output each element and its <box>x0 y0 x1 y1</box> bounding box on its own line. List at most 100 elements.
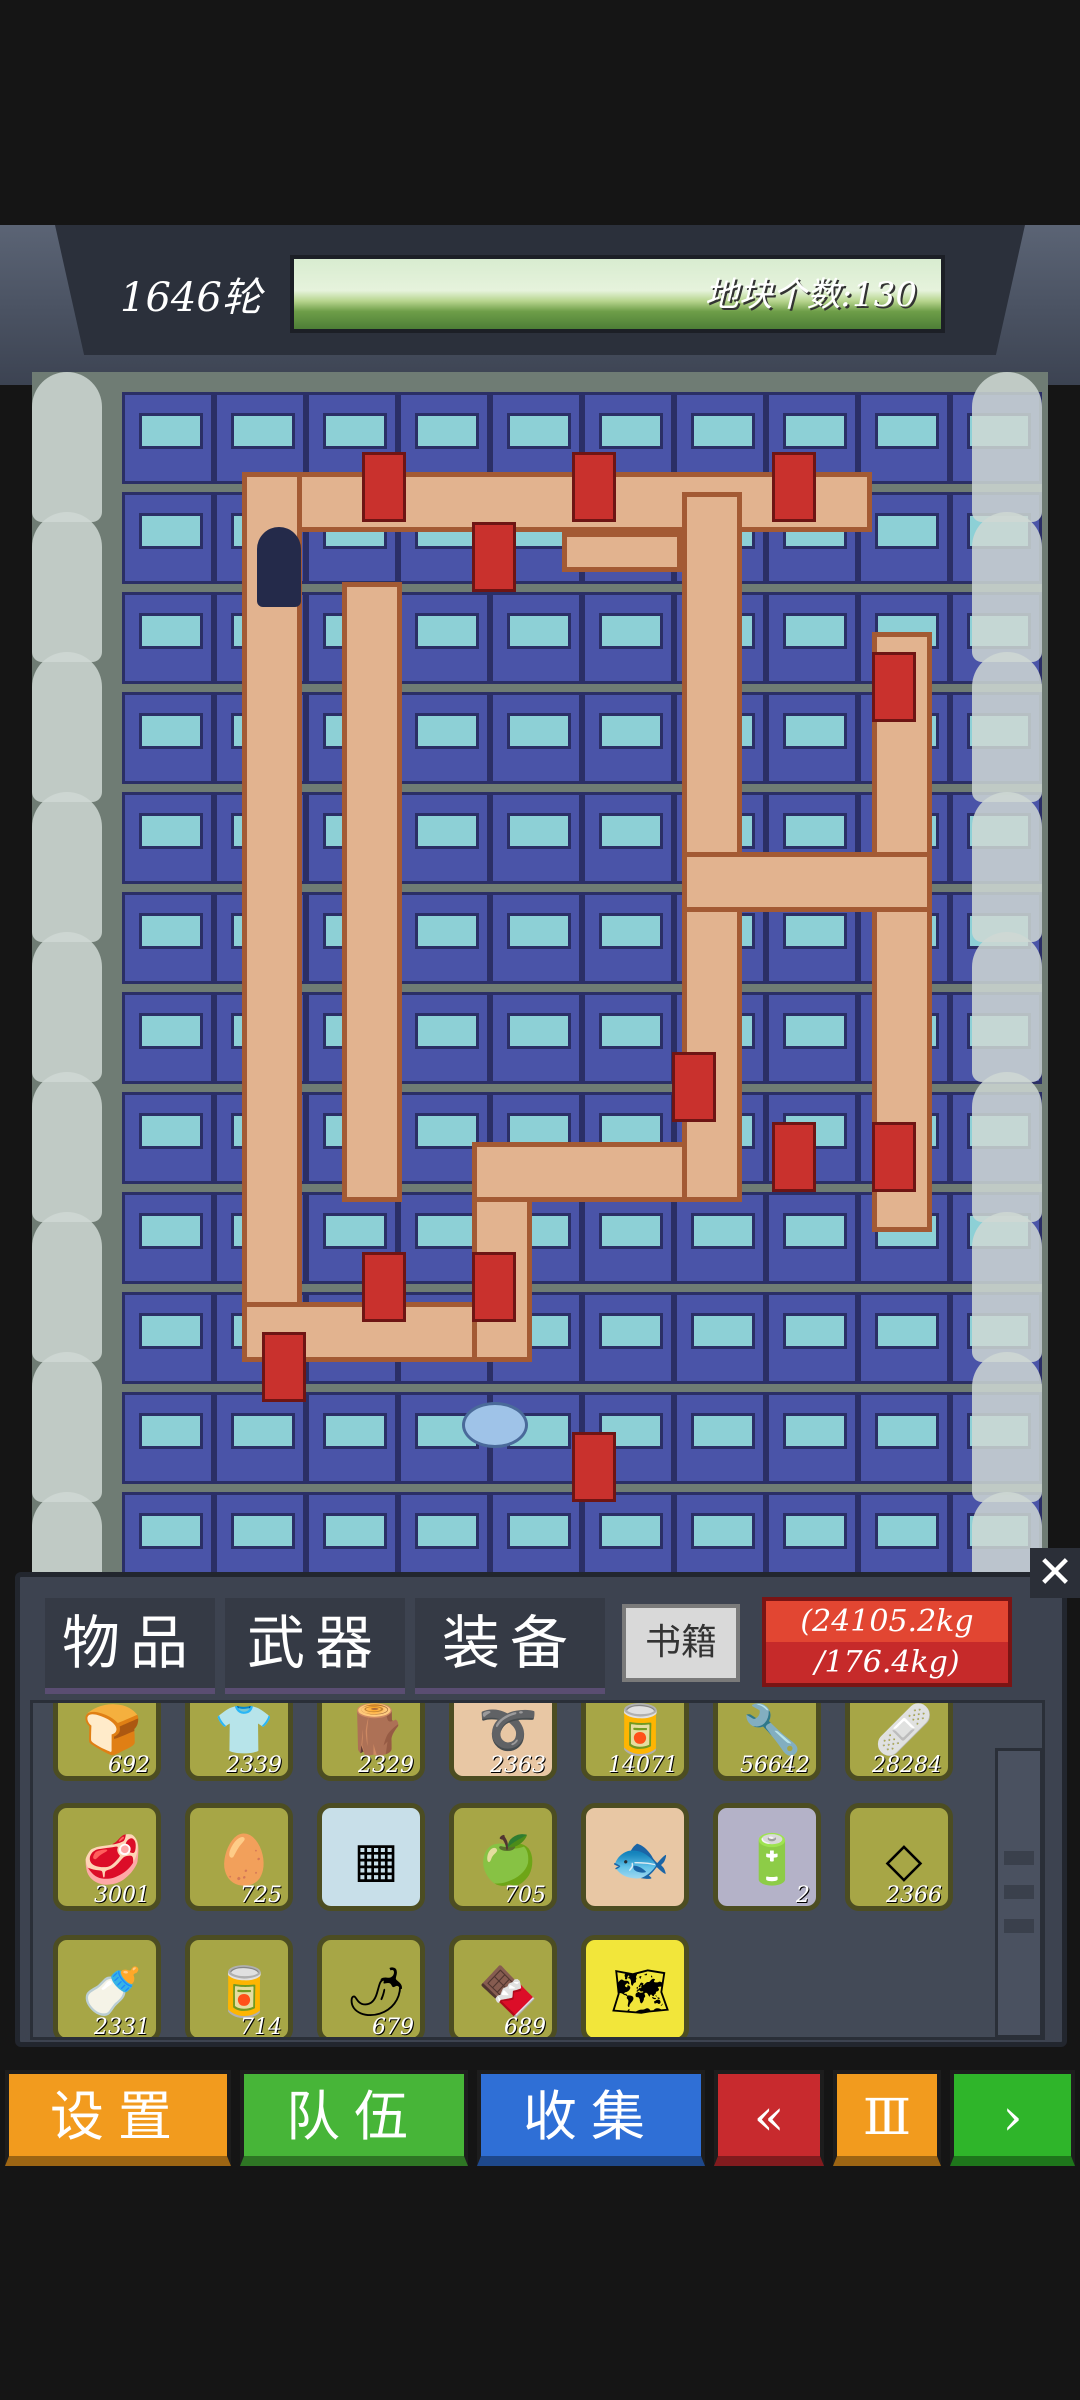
medkit-icon: 🩹 <box>874 1702 934 1758</box>
inventory-slot[interactable]: 🥩 3001 <box>53 1803 161 1911</box>
vending-machine <box>472 1252 516 1322</box>
scroll-handle-line <box>1004 1851 1034 1865</box>
inventory-scrollbar[interactable] <box>995 1748 1043 2038</box>
pipe-icon: 🔧 <box>742 1702 802 1758</box>
cooling-tower <box>32 372 102 522</box>
building-tile <box>122 992 214 1084</box>
building-tile <box>398 792 490 884</box>
game-map[interactable] <box>32 372 1048 1572</box>
building-tile <box>674 1392 766 1484</box>
tab-items[interactable]: 物品 <box>45 1598 215 1694</box>
item-quantity: 725 <box>240 1883 282 1908</box>
building-tile <box>674 1192 766 1284</box>
settings-button[interactable]: 设置 <box>5 2070 231 2166</box>
cooling-tower <box>972 1352 1042 1502</box>
vending-machine <box>572 452 616 522</box>
inventory-slot[interactable]: 🌶 679 <box>317 1935 425 2040</box>
tab-weapons[interactable]: 武器 <box>225 1598 405 1694</box>
cooling-tower <box>32 792 102 942</box>
building-tile <box>582 992 674 1084</box>
building-tile <box>766 592 858 684</box>
road-path <box>342 582 402 1202</box>
inventory-grid[interactable]: 🍞 692 👕 2339 🪵 2329 ➰ 2363 🥫 14071 🔧 56642 🩹 28284 🥩 30… <box>30 1700 1045 2040</box>
vending-machine <box>362 452 406 522</box>
building-tile <box>766 992 858 1084</box>
inventory-slot[interactable]: 🗺 <box>581 1935 689 2037</box>
building-tile <box>122 1392 214 1484</box>
inventory-slot[interactable]: 🔋 2 <box>713 1803 821 1911</box>
tile-count-banner: 地块个数:130 <box>290 255 945 333</box>
building-tile <box>490 392 582 484</box>
inventory-slot[interactable]: 🐟 <box>581 1803 689 1911</box>
vending-machine <box>772 1122 816 1192</box>
building-tile <box>766 1492 858 1572</box>
carry-weight-box: (24105.2kg /176.4kg) <box>762 1597 1012 1687</box>
building-tile <box>306 1492 398 1572</box>
building-tile <box>582 892 674 984</box>
inventory-slot[interactable]: ◇ 2366 <box>845 1803 953 1911</box>
item-quantity: 714 <box>240 2015 282 2040</box>
inventory-slot[interactable]: 🔧 56642 <box>713 1702 821 1781</box>
map-scroll-icon: 🗺 <box>610 1964 671 2020</box>
building-tile <box>214 1392 306 1484</box>
inventory-slot[interactable]: 🍫 689 <box>449 1935 557 2037</box>
inventory-slot[interactable]: 🥫 14071 <box>581 1703 689 1781</box>
item-quantity: 2366 <box>886 1883 942 1908</box>
item-quantity: 28284 <box>872 1753 942 1778</box>
cooling-tower <box>32 1352 102 1502</box>
building-tile <box>122 892 214 984</box>
play-button[interactable]: › <box>950 2070 1075 2166</box>
rewind-button[interactable]: « <box>714 2070 824 2166</box>
collect-button[interactable]: 收集 <box>477 2070 705 2166</box>
building-tile <box>122 692 214 784</box>
tab-books[interactable]: 书籍 <box>622 1604 740 1682</box>
scroll-handle-line <box>1004 1919 1034 1933</box>
building-tile <box>122 792 214 884</box>
inventory-slot[interactable]: 🍞 692 <box>53 1703 161 1781</box>
building-tile <box>674 1292 766 1384</box>
pause-button[interactable]: Ⅲ <box>833 2070 941 2166</box>
can-icon: 🥫 <box>214 1964 274 2020</box>
building-tile <box>214 1492 306 1572</box>
item-quantity: 3001 <box>94 1883 150 1908</box>
building-tile <box>214 392 306 484</box>
cooling-tower <box>972 1212 1042 1362</box>
close-icon[interactable]: ✕ <box>1030 1548 1080 1598</box>
vending-machine <box>672 1052 716 1122</box>
building-tile <box>122 1092 214 1184</box>
wood-log-icon: 🪵 <box>346 1702 406 1758</box>
tile-count-label: 地块个数:130 <box>704 275 917 315</box>
cooling-tower <box>32 1212 102 1362</box>
building-tile <box>766 1392 858 1484</box>
inventory-slot[interactable]: 🪵 2329 <box>317 1702 425 1781</box>
inventory-slot[interactable]: ▦ <box>317 1803 425 1911</box>
tab-equipment[interactable]: 装备 <box>415 1598 605 1694</box>
inventory-slot[interactable]: 🥚 725 <box>185 1803 293 1911</box>
building-tile <box>766 692 858 784</box>
item-quantity: 2339 <box>226 1753 282 1778</box>
vending-machine <box>772 452 816 522</box>
inventory-slot[interactable]: 🍼 2331 <box>53 1935 161 2040</box>
building-tile <box>582 692 674 784</box>
item-quantity: 692 <box>108 1753 150 1778</box>
building-tile <box>858 1492 950 1572</box>
inventory-slot[interactable]: ➰ 2363 <box>449 1703 557 1781</box>
meat-icon: 🥩 <box>82 1832 142 1888</box>
weight-current: (24105.2kg <box>766 1601 1008 1642</box>
inventory-slot[interactable]: 🥫 714 <box>185 1935 293 2040</box>
cooling-tower <box>972 372 1042 522</box>
team-button[interactable]: 队伍 <box>240 2070 468 2166</box>
bottle-icon: 🍼 <box>82 1964 142 2020</box>
building-tile <box>582 1292 674 1384</box>
flag-marker <box>462 1402 528 1448</box>
building-tile <box>398 1492 490 1572</box>
inventory-slot[interactable]: 👕 2339 <box>185 1703 293 1781</box>
item-quantity: 2331 <box>94 2015 150 2040</box>
road-path <box>562 532 682 572</box>
inventory-slot[interactable]: 🩹 28284 <box>845 1702 953 1781</box>
building-tile <box>674 1492 766 1572</box>
item-quantity: 679 <box>372 2015 414 2040</box>
building-tile <box>858 392 950 484</box>
building-tile <box>398 992 490 1084</box>
inventory-slot[interactable]: 🍏 705 <box>449 1803 557 1911</box>
